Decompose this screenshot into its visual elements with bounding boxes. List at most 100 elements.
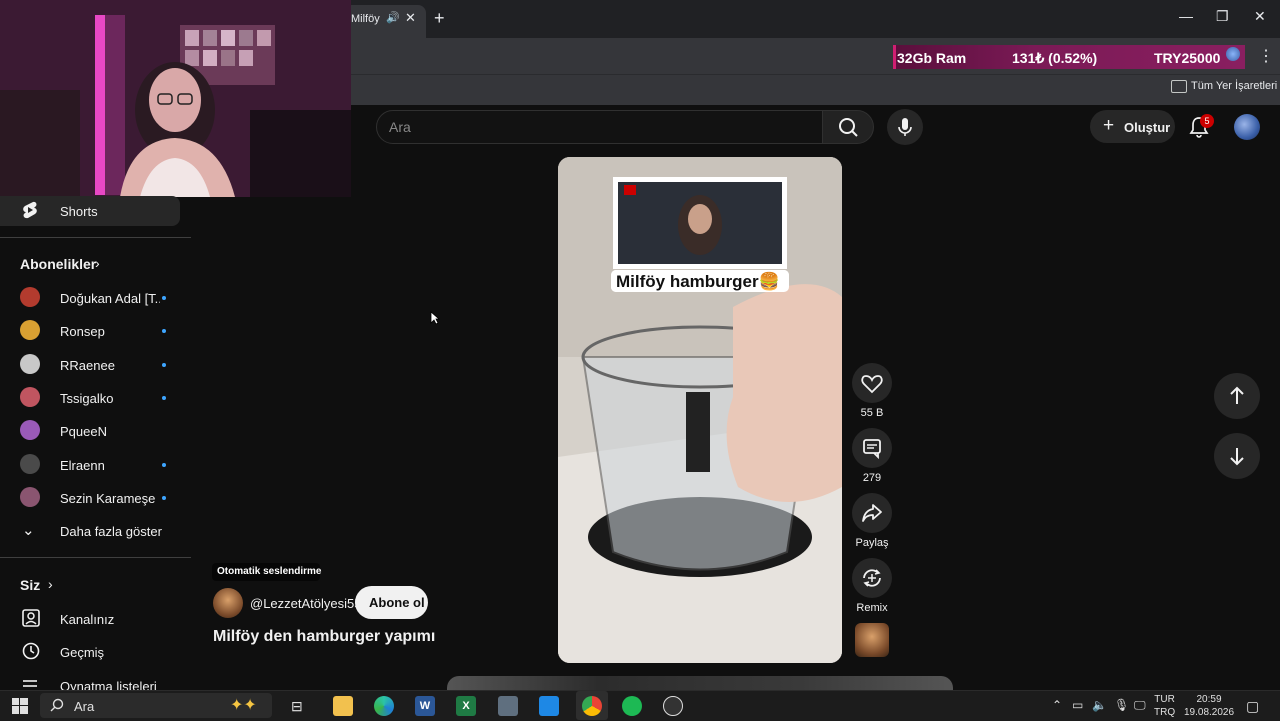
new-content-dot <box>162 296 166 300</box>
new-content-dot <box>162 363 166 367</box>
comments-count: 279 <box>862 472 882 484</box>
copilot-sparkle-icon[interactable]: ✦✦ <box>230 695 257 715</box>
auto-dub-label: Otomatik seslendirme <box>217 566 322 577</box>
subscribe-label: Abone ol <box>369 595 425 610</box>
tab-title: Milföy den hamburger y <box>351 13 381 25</box>
shorts-icon <box>22 201 38 224</box>
plus-icon: + <box>1103 115 1115 136</box>
file-explorer-icon[interactable] <box>333 696 353 716</box>
new-tab-button[interactable]: + <box>434 8 445 29</box>
calculator-icon[interactable] <box>498 696 518 716</box>
language-top: TUR <box>1154 694 1175 705</box>
volume-icon[interactable]: 🔈 <box>1092 698 1107 712</box>
short-video-player[interactable] <box>558 157 842 663</box>
obs-icon[interactable] <box>663 696 683 716</box>
like-button[interactable] <box>852 363 892 403</box>
network-icon[interactable]: 🖵 <box>1134 698 1146 713</box>
comments-button[interactable] <box>852 428 892 468</box>
arrow-down-icon <box>1230 448 1244 466</box>
your-channel-icon <box>22 609 40 632</box>
share-icon <box>862 504 882 522</box>
tab-audio-icon[interactable]: 🔊 <box>386 11 400 24</box>
task-view-icon[interactable]: ⊟ <box>291 698 303 715</box>
excel-icon[interactable]: X <box>456 696 476 716</box>
extension-icon[interactable] <box>1226 47 1240 61</box>
show-more-button[interactable]: Daha fazla göster <box>60 524 162 539</box>
search-button[interactable] <box>822 110 874 144</box>
chrome-icon[interactable] <box>582 696 602 716</box>
taskbar-search-label: Ara <box>74 699 95 714</box>
search-icon <box>839 118 858 137</box>
microphone-icon[interactable]: 🎙 <box>1114 698 1129 712</box>
new-content-dot <box>162 329 166 333</box>
remix-label: Remix <box>856 602 888 614</box>
subscription-name: RRaenee <box>60 358 115 373</box>
video-frame <box>558 157 842 663</box>
close-window-icon[interactable]: ✕ <box>1254 8 1266 25</box>
tray-chevron-up-icon[interactable]: ⌃ <box>1052 698 1062 712</box>
sidebar-item-label: Shorts <box>60 204 98 219</box>
avatar <box>20 387 40 407</box>
remix-button[interactable] <box>852 558 892 598</box>
spotify-icon[interactable] <box>622 696 642 716</box>
subscription-name: Doğukan Adal [T... <box>60 291 160 306</box>
channel-avatar[interactable] <box>213 588 243 618</box>
all-bookmarks-link[interactable]: Tüm Yer İşaretleri <box>1191 80 1277 92</box>
next-short-button[interactable] <box>1214 433 1260 479</box>
channel-handle[interactable]: @LezzetAtölyesi55 <box>250 596 361 611</box>
voice-search-button[interactable] <box>887 109 923 145</box>
next-short-preview[interactable] <box>447 676 953 690</box>
word-icon[interactable]: W <box>415 696 435 716</box>
subscription-name: PqueeN <box>60 424 107 439</box>
subscription-name: Tssigalko <box>60 391 114 406</box>
avatar <box>20 487 40 507</box>
likes-count: 55 B <box>860 407 884 419</box>
account-avatar[interactable] <box>1234 114 1260 140</box>
chevron-right-icon[interactable]: › <box>48 576 53 592</box>
maximize-icon[interactable]: ❐ <box>1216 8 1229 25</box>
subscription-name: Elraenn <box>60 458 105 473</box>
windows-start-icon[interactable] <box>12 698 28 719</box>
chevron-right-icon[interactable]: › <box>95 255 100 271</box>
search-input[interactable] <box>376 110 824 144</box>
share-button[interactable] <box>852 493 892 533</box>
notification-center-icon[interactable]: ▢ <box>1246 698 1259 715</box>
new-content-dot <box>162 496 166 500</box>
avatar <box>20 420 40 440</box>
remix-icon <box>863 569 881 587</box>
short-title[interactable]: Milföy den hamburger yapımı <box>213 628 435 646</box>
avatar <box>20 287 40 307</box>
subscriptions-title[interactable]: Abonelikler <box>20 256 96 272</box>
edge-icon[interactable] <box>374 696 394 716</box>
folder-icon <box>1171 80 1187 93</box>
ticker-ram: 32Gb Ram <box>897 50 967 66</box>
mouse-cursor <box>430 311 441 330</box>
heart-icon <box>861 375 883 394</box>
language-bottom: TRQ <box>1154 707 1176 718</box>
tab-close-icon[interactable]: ✕ <box>405 10 416 26</box>
share-label: Paylaş <box>855 537 889 549</box>
sidebar-item-your-channel[interactable]: Kanalınız <box>60 612 114 627</box>
clock-time: 20:59 <box>1196 694 1222 705</box>
history-icon <box>22 642 40 665</box>
webcam-image <box>0 0 351 197</box>
sound-channel-avatar[interactable] <box>855 623 889 657</box>
sidebar-item-history[interactable]: Geçmiş <box>60 645 104 660</box>
new-content-dot <box>162 396 166 400</box>
webcam-overlay <box>0 0 351 197</box>
store-icon[interactable] <box>539 696 559 716</box>
ticker-price: TRY25000 <box>1154 50 1221 66</box>
avatar <box>20 320 40 340</box>
language-indicator[interactable]: TUR TRQ <box>1154 693 1175 719</box>
you-section-title[interactable]: Siz <box>20 577 40 593</box>
mic-icon <box>898 118 912 136</box>
arrow-up-icon <box>1230 386 1244 404</box>
comment-icon <box>863 439 881 460</box>
browser-menu-icon[interactable]: ⋮ <box>1258 46 1274 66</box>
subscription-name: Sezin Karameşe <box>60 491 156 506</box>
previous-short-button[interactable] <box>1214 373 1260 419</box>
battery-icon[interactable]: ▭ <box>1072 698 1083 712</box>
minimize-icon[interactable]: — <box>1179 8 1193 24</box>
system-clock[interactable]: 20:59 19.08.2026 <box>1184 693 1234 719</box>
create-label: Oluştur <box>1124 120 1171 135</box>
